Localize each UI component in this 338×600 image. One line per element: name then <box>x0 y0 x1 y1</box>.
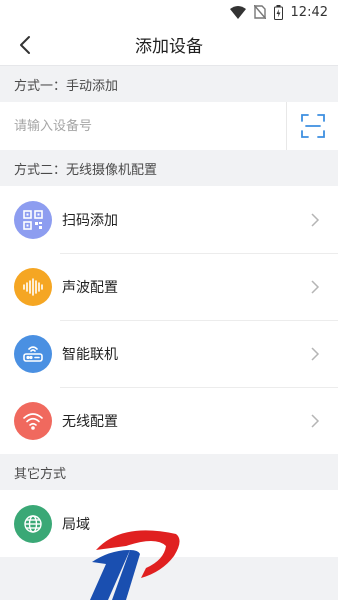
device-number-input[interactable] <box>0 102 286 150</box>
header-bar: 添加设备 <box>0 24 338 66</box>
wifi-icon <box>14 401 52 440</box>
chevron-left-icon <box>20 36 30 54</box>
section-label-wireless: 方式二：无线摄像机配置 <box>14 162 158 178</box>
option-scan-qr-label: 扫码添加 <box>62 212 118 229</box>
globe-icon <box>14 504 52 543</box>
option-wireless-config[interactable]: 无线配置 <box>0 387 338 454</box>
option-sound-wave-label: 声波配置 <box>62 279 118 296</box>
scan-button[interactable] <box>286 102 338 150</box>
option-smart-connect[interactable]: 智能联机 <box>0 320 338 387</box>
battery-icon <box>273 4 283 20</box>
page-title: 添加设备 <box>135 37 203 57</box>
status-time: 12:42 <box>290 4 328 20</box>
option-smart-connect-label: 智能联机 <box>62 346 118 363</box>
chevron-right-icon <box>311 212 320 227</box>
no-sim-icon <box>253 5 266 19</box>
logo-watermark-icon <box>86 520 186 600</box>
qr-code-icon <box>14 200 52 239</box>
chevron-right-icon <box>311 413 320 428</box>
chevron-right-icon <box>311 279 320 294</box>
router-icon <box>14 334 52 373</box>
wireless-options-list: 扫码添加 声波配置 智能联机 无线配置 <box>0 186 338 454</box>
device-input-row <box>0 102 338 150</box>
wifi-icon <box>229 5 246 19</box>
chevron-right-icon <box>311 346 320 361</box>
sound-wave-icon <box>14 267 52 306</box>
option-sound-wave[interactable]: 声波配置 <box>0 253 338 320</box>
option-scan-qr[interactable]: 扫码添加 <box>0 186 338 253</box>
section-label-other: 其它方式 <box>14 466 67 482</box>
status-bar: 12:42 <box>0 0 338 24</box>
section-label-manual: 方式一：手动添加 <box>14 78 119 94</box>
option-wireless-config-label: 无线配置 <box>62 413 118 430</box>
back-button[interactable] <box>10 30 40 60</box>
scan-frame-icon <box>300 114 325 138</box>
